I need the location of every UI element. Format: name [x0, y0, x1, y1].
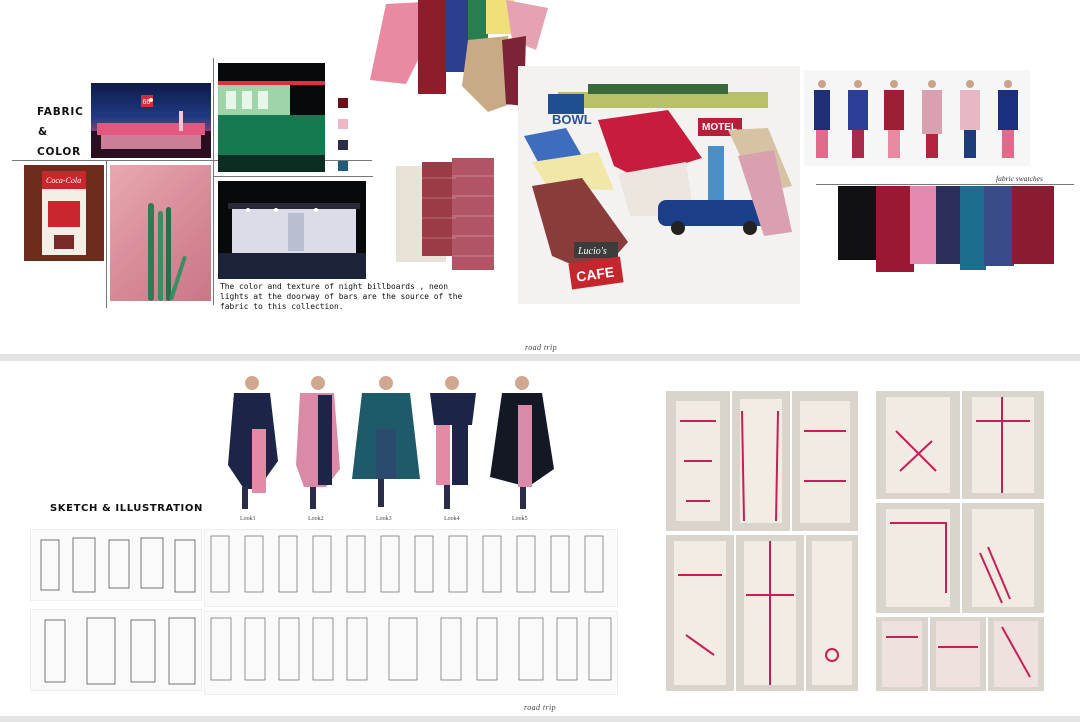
fabric-color-board: FABRIC & COLOR 66 Coca-Cola The color an…: [0, 0, 1080, 354]
croquis-sketches-sheet: [204, 529, 618, 607]
draping-photo: [666, 391, 730, 531]
sketch-section-title: SKETCH & ILLUSTRATION: [50, 503, 203, 514]
plaid-fabric-swatches: [396, 158, 496, 270]
palette-color-3: [338, 140, 348, 150]
draping-photo: [962, 503, 1044, 613]
palette-color-4: [338, 161, 348, 171]
board-title-line-2: &: [38, 126, 48, 138]
coca-cola-machine-photo: Coca-Cola: [24, 165, 104, 261]
board-footer: road trip: [524, 703, 556, 712]
coke-logo-text: Coca-Cola: [46, 176, 81, 185]
draping-photo: [988, 617, 1044, 691]
flat-sketches-sheet: [30, 609, 202, 691]
night-building-photo: [218, 181, 366, 279]
look-label-2: Look2: [308, 516, 324, 522]
croquis-sketches-sheet: [204, 611, 618, 695]
flat-sketches-sheet: [30, 529, 202, 601]
palette-color-1: [338, 98, 348, 108]
sketch-illustration-board: Look1 Look2 Look3 Look4 Look5 SKETCH & I…: [0, 361, 1080, 716]
draping-photo: [930, 617, 986, 691]
board-title-line-3: COLOR: [37, 146, 81, 158]
divider-line: [816, 184, 1074, 185]
draping-photo: [806, 535, 858, 691]
draping-photo: [666, 535, 734, 691]
look-label-5: Look5: [512, 516, 528, 522]
green-neon-station-photo: [218, 63, 325, 172]
draping-photo: [876, 617, 928, 691]
neon-gas-station-photo: 66: [91, 83, 211, 158]
draping-photo: [736, 535, 804, 691]
board-title-line-1: FABRIC: [37, 106, 84, 118]
draping-photo: [732, 391, 790, 531]
illustrated-looks: [222, 369, 562, 514]
divider-line: [213, 58, 214, 305]
draping-photo: [962, 391, 1044, 499]
road-trip-collage: BOWL MOTEL Lucio's CAFE: [518, 66, 800, 304]
look-label-3: Look3: [376, 516, 392, 522]
pink-wall-cactus-photo: [110, 165, 211, 301]
look-label-4: Look4: [444, 516, 460, 522]
divider-line: [213, 176, 373, 177]
draping-photo: [876, 391, 960, 499]
lucios-sign-text: Lucio's: [577, 246, 607, 257]
collection-caption: The color and texture of night billboard…: [220, 282, 463, 312]
look-label-1: Look1: [240, 516, 256, 522]
fabric-swatches-label: fabric swatches: [996, 174, 1043, 183]
draping-photo: [876, 503, 960, 613]
fabric-swatches-strip: [838, 186, 1056, 278]
bowl-sign-text: BOWL: [552, 112, 592, 127]
board-footer: road trip: [525, 343, 557, 352]
draping-photo: [792, 391, 858, 531]
runway-looks-strip: [804, 70, 1030, 166]
divider-line: [106, 160, 107, 308]
palette-color-2: [338, 119, 348, 129]
